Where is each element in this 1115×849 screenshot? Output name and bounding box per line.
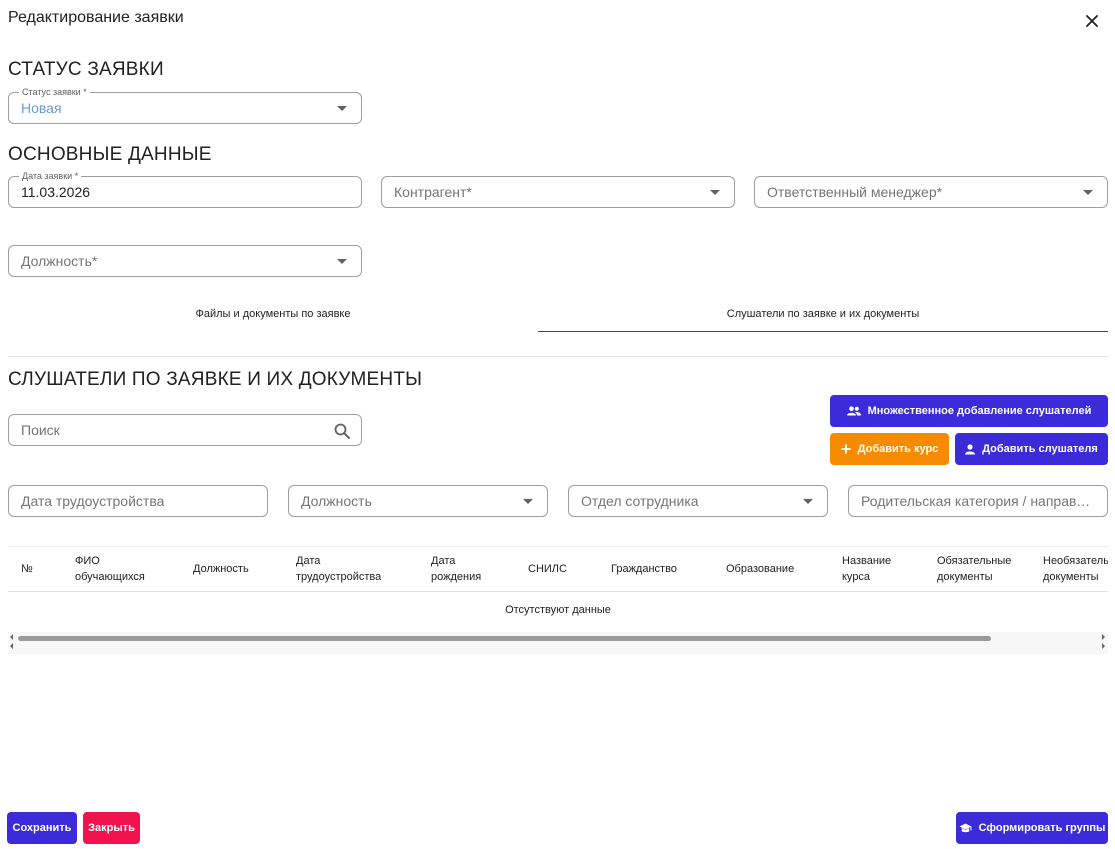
close-dialog-button[interactable]: Закрыть bbox=[83, 812, 140, 844]
table-header-border bbox=[8, 591, 1108, 592]
table-empty-message: Отсутствуют данные bbox=[505, 604, 611, 616]
parent-category-filter[interactable]: Родительская категория / направление bbox=[848, 485, 1108, 517]
status-section-heading: СТАТУС ЗАЯВКИ bbox=[8, 59, 164, 80]
close-button[interactable] bbox=[1082, 11, 1102, 31]
status-select-label: Статус заявки * bbox=[19, 86, 90, 98]
close-label: Закрыть bbox=[88, 822, 135, 834]
save-label: Сохранить bbox=[12, 822, 72, 834]
group-icon bbox=[846, 406, 861, 416]
employment-date-filter[interactable]: Дата трудоустройства bbox=[8, 485, 268, 517]
add-listener-label: Добавить слушателя bbox=[982, 443, 1098, 455]
counterparty-placeholder: Контрагент* bbox=[394, 184, 472, 200]
column-header-birth-date[interactable]: Дата рождения bbox=[431, 552, 501, 586]
add-listener-button[interactable]: Добавить слушателя bbox=[955, 433, 1108, 465]
position-filter[interactable]: Должность bbox=[288, 485, 548, 517]
column-header-required-docs[interactable]: Обязательные документы bbox=[937, 552, 1027, 586]
bulk-add-listeners-label: Множественное добавление слушателей bbox=[867, 405, 1092, 417]
column-header-education[interactable]: Образование bbox=[726, 552, 821, 586]
chevron-down-icon bbox=[710, 190, 720, 195]
tab-listeners[interactable]: Слушатели по заявке и их документы bbox=[538, 300, 1108, 332]
optional-docs-label: Необязательные документы bbox=[1043, 555, 1108, 583]
position-select[interactable]: Должность* bbox=[8, 245, 362, 277]
status-select[interactable]: Статус заявки * Новая bbox=[8, 86, 362, 124]
column-header-snils[interactable]: СНИЛС bbox=[528, 552, 588, 586]
column-header-number[interactable]: № bbox=[21, 552, 51, 586]
scroll-left-arrow-icon[interactable] bbox=[10, 643, 13, 649]
dialog-title: Редактирование заявки bbox=[8, 9, 184, 26]
person-icon bbox=[965, 443, 976, 454]
search-icon bbox=[334, 423, 350, 439]
active-tab-indicator bbox=[538, 331, 1108, 332]
column-header-course-name[interactable]: Название курса bbox=[842, 552, 912, 586]
form-groups-button[interactable]: Сформировать группы bbox=[956, 812, 1108, 844]
manager-select[interactable]: Ответственный менеджер* bbox=[754, 176, 1108, 208]
table-top-border bbox=[8, 546, 1108, 547]
scroll-left-arrow-icon[interactable] bbox=[10, 634, 13, 640]
manager-placeholder: Ответственный менеджер* bbox=[767, 184, 943, 200]
request-date-value: 11.03.2026 bbox=[21, 184, 91, 200]
chevron-down-icon bbox=[523, 499, 533, 504]
scroll-right-arrow-icon[interactable] bbox=[1102, 643, 1105, 649]
save-button[interactable]: Сохранить bbox=[7, 812, 77, 844]
column-header-citizenship[interactable]: Гражданство bbox=[611, 552, 701, 586]
department-filter[interactable]: Отдел сотрудника bbox=[568, 485, 828, 517]
column-header-position[interactable]: Должность bbox=[193, 552, 273, 586]
counterparty-select[interactable]: Контрагент* bbox=[381, 176, 735, 208]
column-header-employment-date[interactable]: Дата трудоустройства bbox=[296, 552, 406, 586]
position-placeholder: Должность* bbox=[21, 253, 98, 269]
employment-date-placeholder: Дата трудоустройства bbox=[21, 493, 165, 509]
chevron-down-icon bbox=[337, 259, 347, 264]
scroll-right-arrow-icon[interactable] bbox=[1102, 634, 1105, 640]
chevron-down-icon bbox=[1083, 190, 1093, 195]
listeners-section-heading: СЛУШАТЕЛИ ПО ЗАЯВКЕ И ИХ ДОКУМЕНТЫ bbox=[8, 369, 423, 390]
listeners-table: № ФИО обучающихся Должность Дата трудоус… bbox=[8, 546, 1108, 654]
column-header-optional-docs[interactable]: Необязательные документы bbox=[1043, 552, 1108, 586]
add-course-label: Добавить курс bbox=[857, 443, 939, 455]
scrollbar-thumb[interactable] bbox=[18, 636, 991, 641]
graduation-cap-icon bbox=[959, 823, 972, 832]
column-header-full-name[interactable]: ФИО обучающихся bbox=[75, 552, 165, 586]
request-date-field[interactable]: Дата заявки * 11.03.2026 bbox=[8, 170, 362, 208]
horizontal-scrollbar[interactable] bbox=[8, 632, 1108, 654]
request-date-label: Дата заявки * bbox=[19, 170, 82, 182]
close-icon bbox=[1086, 15, 1098, 27]
search-placeholder: Поиск bbox=[21, 422, 60, 438]
department-filter-placeholder: Отдел сотрудника bbox=[581, 493, 699, 509]
add-course-button[interactable]: Добавить курс bbox=[830, 433, 949, 465]
plus-icon bbox=[840, 444, 851, 454]
status-select-value: Новая bbox=[21, 100, 62, 116]
parent-category-placeholder: Родительская категория / направление bbox=[861, 493, 1095, 509]
form-groups-label: Сформировать группы bbox=[978, 822, 1106, 834]
chevron-down-icon bbox=[803, 499, 813, 504]
position-filter-placeholder: Должность bbox=[301, 493, 372, 509]
tab-files[interactable]: Файлы и документы по заявке bbox=[8, 300, 538, 332]
bulk-add-listeners-button[interactable]: Множественное добавление слушателей bbox=[830, 395, 1108, 427]
section-divider bbox=[8, 356, 1108, 357]
scrollbar-track[interactable] bbox=[18, 636, 1098, 642]
chevron-down-icon bbox=[337, 106, 347, 111]
main-section-heading: ОСНОВНЫЕ ДАННЫЕ bbox=[8, 144, 212, 165]
search-input[interactable]: Поиск bbox=[8, 414, 362, 446]
